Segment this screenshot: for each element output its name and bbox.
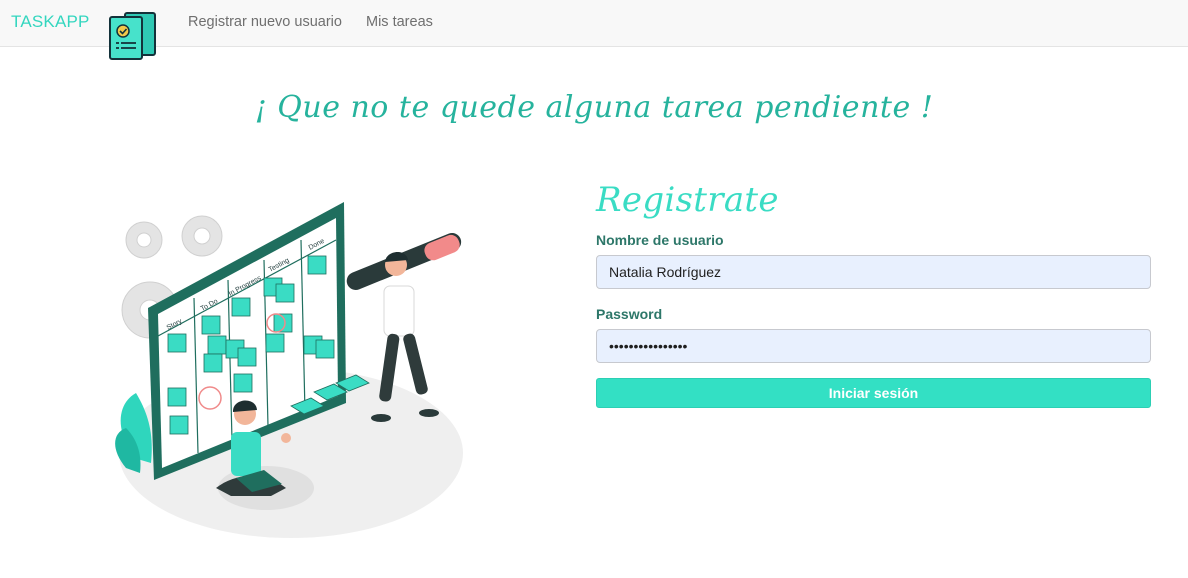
kanban-board-illustration: Story To Do In Progress Testing Done xyxy=(115,202,463,538)
login-button[interactable]: Iniciar sesión xyxy=(596,378,1151,408)
username-input[interactable] xyxy=(596,255,1151,289)
nav-link-my-tasks[interactable]: Mis tareas xyxy=(366,14,433,30)
form-title: Registrate xyxy=(596,180,779,220)
navbar: TASKAPP Registrar nuevo usuario Mis tare… xyxy=(0,0,1188,47)
password-input[interactable] xyxy=(596,329,1151,363)
password-label: Password xyxy=(596,306,663,322)
brand-link[interactable]: TASKAPP xyxy=(11,12,90,32)
task-clipboard-icon[interactable] xyxy=(107,11,159,61)
nav-link-register[interactable]: Registrar nuevo usuario xyxy=(188,14,342,30)
username-label: Nombre de usuario xyxy=(596,232,724,248)
page-tagline: ¡ Que no te quede alguna tarea pendiente… xyxy=(254,90,934,125)
